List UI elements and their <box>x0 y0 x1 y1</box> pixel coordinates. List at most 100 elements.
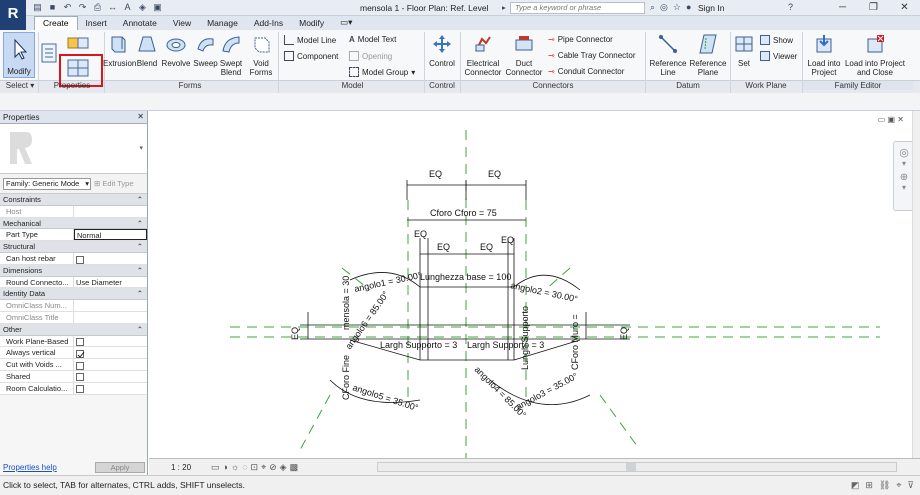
property-row-always-vertical[interactable]: Always vertical <box>0 347 147 360</box>
select-panel-label[interactable]: Select ▾ <box>3 81 37 90</box>
tab-add-ins[interactable]: Add-Ins <box>246 17 291 30</box>
apply-button[interactable]: Apply <box>95 462 145 473</box>
select-pinned-icon[interactable]: ⌖ <box>896 480 901 491</box>
binoculars-icon[interactable]: ⌕ <box>650 2 655 13</box>
pipe-connector-button[interactable]: ⊸ Pipe Connector <box>548 35 613 44</box>
void-forms-button[interactable]: Void Forms <box>248 33 274 77</box>
checkbox[interactable] <box>76 338 84 347</box>
property-row-round-connector[interactable]: Round Connecto... Use Diameter <box>0 276 147 289</box>
group-identity-data[interactable]: Identity Data ⌃ <box>0 288 147 301</box>
blend-button[interactable]: Blend <box>135 33 159 68</box>
sign-in-button[interactable]: Sign In <box>698 3 724 13</box>
property-row-omniclass-number[interactable]: OmniClass Num... <box>0 300 147 312</box>
model-group-button[interactable]: Model Group ▾ <box>349 67 415 77</box>
group-constraints[interactable]: Constraints ⌃ <box>0 194 147 206</box>
switch-windows-icon[interactable]: ▣ <box>152 2 163 13</box>
3d-view-icon[interactable]: ◈ <box>137 2 148 13</box>
family-selector[interactable]: Family: Generic Mode ▾ <box>3 177 91 190</box>
worksets-icon[interactable]: ◩ <box>851 480 860 491</box>
group-mechanical[interactable]: Mechanical ⌃ <box>0 217 147 230</box>
ribbon-toggle-icon[interactable]: ▭▾ <box>332 16 360 30</box>
checkbox[interactable] <box>76 385 84 394</box>
tab-insert[interactable]: Insert <box>78 17 115 30</box>
tab-modify[interactable]: Modify <box>291 17 332 30</box>
family-category-icon[interactable] <box>66 36 90 52</box>
type-selector-dropdown-icon[interactable]: ▾ <box>139 144 143 152</box>
chevron-down-icon[interactable]: ▾ <box>894 183 914 192</box>
property-row-shared[interactable]: Shared <box>0 370 147 383</box>
print-icon[interactable]: ⎙ <box>92 2 103 13</box>
subscription-icon[interactable]: ◎ <box>660 2 668 13</box>
tab-create[interactable]: Create <box>34 16 78 30</box>
load-into-project-button[interactable]: Load into Project <box>805 33 843 77</box>
show-work-plane-button[interactable]: Show <box>760 35 793 45</box>
opening-button[interactable]: Opening <box>349 51 392 61</box>
redo-icon[interactable]: ↷ <box>77 2 88 13</box>
reference-line-button[interactable]: Reference Line <box>648 33 688 77</box>
minimize-icon[interactable]: ─ <box>827 0 858 16</box>
view-window-controls[interactable]: ▭ ▣ ✕ <box>878 115 904 124</box>
group-other[interactable]: Other ⌃ <box>0 323 147 336</box>
measure-icon[interactable]: ↔ <box>107 2 118 13</box>
search-input[interactable]: ▸ Type a keyword or phrase <box>502 2 645 14</box>
cable-tray-connector-button[interactable]: ⊸ Cable Tray Connector <box>548 51 636 60</box>
type-selector-preview[interactable]: ▾ <box>0 124 147 174</box>
horizontal-scrollbar[interactable] <box>377 462 897 472</box>
scroll-thumb[interactable] <box>626 463 636 471</box>
checkbox[interactable] <box>76 373 84 382</box>
property-row-work-plane-based[interactable]: Work Plane-Based <box>0 335 147 348</box>
checkbox[interactable] <box>76 361 84 370</box>
chevron-down-icon[interactable]: ▾ <box>894 159 914 168</box>
undo-icon[interactable]: ↶ <box>62 2 73 13</box>
steering-wheel-icon[interactable]: ◎ <box>894 146 914 159</box>
user-icon[interactable]: ● <box>686 2 691 13</box>
close-properties-icon[interactable]: ✕ <box>137 112 144 121</box>
conduit-connector-button[interactable]: ⊸ Conduit Connector <box>548 67 624 76</box>
property-row-host[interactable]: Host <box>0 205 147 218</box>
duct-connector-button[interactable]: Duct Connector <box>504 33 544 77</box>
checkbox-checked[interactable] <box>76 349 85 358</box>
property-row-part-type[interactable]: Part Type Normal <box>0 229 147 242</box>
filter-icon[interactable]: ⊽ <box>907 480 914 491</box>
application-menu-button[interactable]: R <box>0 0 26 30</box>
property-row-can-host-rebar[interactable]: Can host rebar <box>0 252 147 265</box>
sweep-button[interactable]: Sweep <box>192 33 219 68</box>
properties-help-link[interactable]: Properties help <box>3 463 57 472</box>
model-line-button[interactable]: Model Line <box>284 35 336 45</box>
reference-plane-button[interactable]: Reference Plane <box>688 33 728 77</box>
open-icon[interactable]: ▤ <box>32 2 43 13</box>
checkbox[interactable] <box>76 255 84 264</box>
revolve-button[interactable]: Revolve <box>161 33 191 68</box>
property-row-cut-with-voids[interactable]: Cut with Voids ... <box>0 359 147 371</box>
family-types-icon[interactable] <box>40 42 60 66</box>
vertical-scrollbar[interactable] <box>912 111 920 458</box>
electrical-connector-button[interactable]: Electrical Connector <box>462 33 504 77</box>
load-into-project-and-close-button[interactable]: Load into Project and Close <box>842 33 908 77</box>
text-icon[interactable]: A <box>122 2 133 13</box>
tab-manage[interactable]: Manage <box>199 17 246 30</box>
viewer-button[interactable]: Viewer <box>760 51 797 61</box>
tab-annotate[interactable]: Annotate <box>115 17 165 30</box>
property-row-omniclass-title[interactable]: OmniClass Title <box>0 311 147 324</box>
swept-blend-button[interactable]: Swept Blend <box>218 33 244 77</box>
close-icon[interactable]: ✕ <box>889 0 920 16</box>
group-dimensions[interactable]: Dimensions ⌃ <box>0 264 147 277</box>
component-button[interactable]: Component <box>284 51 338 61</box>
restore-icon[interactable]: ❐ <box>858 0 889 16</box>
modify-button[interactable]: Modify <box>3 32 35 78</box>
view-scale[interactable]: 1 : 20 <box>171 463 191 472</box>
control-button[interactable]: Control <box>426 33 458 68</box>
star-icon[interactable]: ☆ <box>673 2 681 13</box>
drawing-area[interactable]: EQ EQ Cforo Cforo = 75 EQ EQ EQ EQ Lungh… <box>149 111 920 475</box>
group-structural[interactable]: Structural ⌃ <box>0 241 147 253</box>
select-links-icon[interactable]: ⛓ <box>879 480 890 491</box>
model-text-button[interactable]: A Model Text <box>349 35 396 44</box>
set-work-plane-button[interactable]: Set <box>733 33 755 68</box>
help-button[interactable]: ? <box>788 2 793 12</box>
zoom-icon[interactable]: ⊕ <box>894 172 914 183</box>
save-icon[interactable]: ■ <box>47 2 58 13</box>
design-options-icon[interactable]: ⊞ <box>865 480 873 491</box>
edit-type-button[interactable]: ⊞ Edit Type <box>94 179 134 188</box>
property-row-room-calculation[interactable]: Room Calculatio... <box>0 382 147 395</box>
view-control-icons[interactable]: ▭◑☼◌⊡⌖⊘◈▩ <box>211 462 301 473</box>
